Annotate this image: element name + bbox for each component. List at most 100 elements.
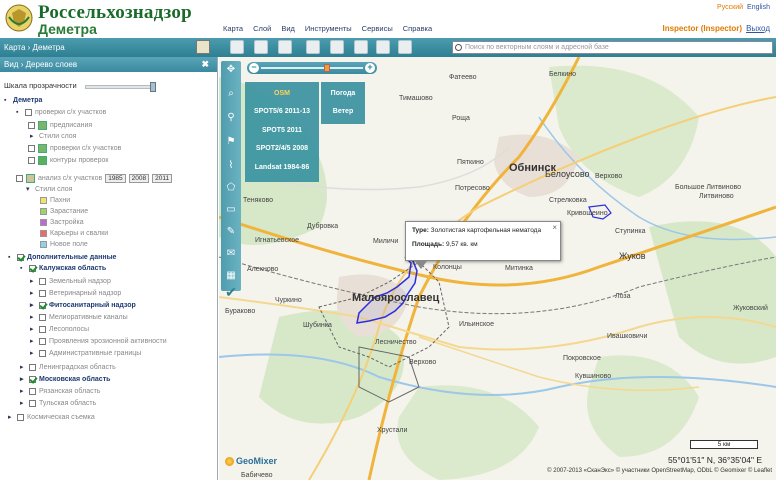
- year-1985-button[interactable]: 1985: [105, 174, 126, 183]
- map-label: Миличи: [373, 238, 399, 245]
- tree-root[interactable]: ▪ Деметра: [4, 97, 42, 104]
- print-icon[interactable]: [398, 40, 412, 54]
- coordinates-readout[interactable]: 55°01'51" N, 36°35'04" E: [668, 455, 762, 465]
- checkbox[interactable]: [39, 289, 46, 297]
- menu-map[interactable]: Карта: [223, 24, 243, 33]
- zoom-slider-handle[interactable]: [324, 64, 330, 72]
- menu-help[interactable]: Справка: [403, 24, 432, 33]
- map-label: Пяткино: [457, 159, 484, 166]
- flag-icon[interactable]: ⚑: [224, 135, 238, 149]
- tree-kaluga-item[interactable]: ▸ Земельный надзор: [30, 277, 111, 285]
- checkbox[interactable]: [39, 337, 46, 345]
- tree-podlozhka[interactable]: предписания: [28, 121, 92, 130]
- basemap-spot5[interactable]: SPOT5 2011: [245, 127, 319, 134]
- tree-styles-2[interactable]: ▾ Стили слоя: [26, 185, 72, 194]
- opacity-slider-handle[interactable]: [150, 82, 156, 92]
- lang-ru[interactable]: Русский: [717, 4, 743, 11]
- polyline-icon[interactable]: ⌇: [224, 159, 238, 173]
- menu-tools[interactable]: Инструменты: [305, 24, 352, 33]
- overlay-weather[interactable]: Погода: [321, 90, 365, 97]
- tree-tula[interactable]: ▸ Тульская область: [20, 399, 96, 407]
- main-toolbar: Карта › Деметра Поиск по векторным слоям…: [0, 38, 776, 57]
- sidebar-view-label[interactable]: Вид: [4, 60, 18, 69]
- tree-space[interactable]: ▸ Космическая съемка: [8, 413, 95, 421]
- tree-moscow[interactable]: ▸ Московская область: [20, 375, 110, 383]
- tree-kaluga[interactable]: ▪ Калужская область: [20, 265, 106, 272]
- checkbox[interactable]: [29, 387, 36, 395]
- menu-view[interactable]: Вид: [281, 24, 295, 33]
- zoom-slider[interactable]: [261, 67, 363, 69]
- checkbox[interactable]: [39, 325, 46, 333]
- basemap-spot245[interactable]: SPOT2/4/5 2008: [245, 145, 319, 152]
- save-as-icon[interactable]: [254, 40, 268, 54]
- confirm-check-icon[interactable]: ✔: [224, 285, 238, 299]
- collapse-icon[interactable]: ▪: [4, 97, 11, 104]
- pan-icon[interactable]: ✥: [224, 63, 238, 77]
- user-name[interactable]: Inspector (Inspector): [662, 24, 742, 33]
- menu-services[interactable]: Сервисы: [362, 24, 393, 33]
- link-icon[interactable]: [330, 40, 344, 54]
- tree-contours[interactable]: контуры проверок: [28, 156, 108, 165]
- checkbox[interactable]: [39, 301, 46, 309]
- checkbox[interactable]: [39, 277, 46, 285]
- tree-styles[interactable]: ▸ Стили слоя: [30, 132, 76, 141]
- checkbox[interactable]: [39, 349, 46, 357]
- lang-en[interactable]: English: [747, 4, 770, 11]
- share-icon[interactable]: [354, 40, 368, 54]
- pencil-icon[interactable]: ✎: [224, 225, 238, 239]
- overlay-wind[interactable]: Ветер: [321, 108, 365, 115]
- checkbox[interactable]: [17, 254, 24, 261]
- checkbox[interactable]: [28, 157, 35, 164]
- tree-checks-group[interactable]: ▪ проверки с/х участков: [16, 109, 106, 116]
- checkbox[interactable]: [28, 122, 35, 129]
- tree-kaluga-item[interactable]: ▸ Мелиоративные каналы: [30, 313, 128, 321]
- checkbox[interactable]: [29, 363, 36, 371]
- grid-icon[interactable]: ▦: [224, 269, 238, 283]
- tree-kaluga-item[interactable]: ▸ Фитосанитарный надзор: [30, 301, 136, 309]
- tree-kaluga-item[interactable]: ▸ Ветеринарный надзор: [30, 289, 121, 297]
- comment-icon[interactable]: ✉: [224, 247, 238, 261]
- basemap-osm[interactable]: OSM: [245, 90, 319, 97]
- checkbox[interactable]: [25, 109, 32, 116]
- close-icon[interactable]: ✖: [201, 59, 209, 70]
- checkbox[interactable]: [29, 265, 36, 272]
- tree-checks-layer[interactable]: проверки с/х участков: [28, 144, 121, 153]
- rectangle-icon[interactable]: ▭: [224, 203, 238, 217]
- zoom-in-button[interactable]: +: [365, 63, 375, 73]
- legend-swatch: [40, 208, 47, 215]
- tree-additional[interactable]: ▪ Дополнительные данные: [8, 254, 116, 261]
- map-view[interactable]: Обнинск Малоярославец Жуков Белоусово Бе…: [219, 57, 776, 480]
- layers-icon[interactable]: [376, 40, 390, 54]
- export-icon[interactable]: [278, 40, 292, 54]
- tree-kaluga-item[interactable]: ▸ Проявления эрозионной активности: [30, 337, 167, 345]
- download-icon[interactable]: [306, 40, 320, 54]
- zoom-out-button[interactable]: −: [249, 63, 259, 73]
- polygon-icon[interactable]: ⬠: [224, 181, 238, 195]
- crumb-map[interactable]: Карта: [4, 43, 25, 52]
- year-2011-button[interactable]: 2011: [152, 174, 173, 183]
- checkbox[interactable]: [28, 145, 35, 152]
- checkbox[interactable]: [17, 413, 24, 421]
- checkbox[interactable]: [16, 175, 23, 182]
- zoom-tool-icon[interactable]: ⌕: [224, 87, 238, 101]
- checkbox[interactable]: [39, 313, 46, 321]
- search-input[interactable]: Поиск по векторным слоям и адресной базе: [452, 41, 773, 54]
- map-settings-icon[interactable]: [196, 40, 210, 54]
- tree-kaluga-item[interactable]: ▸ Административные границы: [30, 349, 141, 357]
- search-map-icon[interactable]: ⚲: [224, 111, 238, 125]
- tree-analysis[interactable]: анализ с/х участков 1985 2008 2011: [16, 174, 173, 183]
- tree-leningrad[interactable]: ▸ Ленинградская область: [20, 363, 116, 371]
- checkbox[interactable]: [29, 399, 36, 407]
- basemap-landsat[interactable]: Landsat 1984-86: [245, 164, 319, 171]
- popup-close-icon[interactable]: ×: [552, 223, 557, 232]
- basemap-spot56[interactable]: SPOT5/6 2011-13: [245, 108, 319, 115]
- opacity-slider[interactable]: [85, 85, 155, 89]
- logout-link[interactable]: Выход: [746, 24, 770, 33]
- menu-layer[interactable]: Слой: [253, 24, 271, 33]
- tree-ryazan[interactable]: ▸ Рязанская область: [20, 387, 100, 395]
- checkbox[interactable]: [29, 375, 36, 383]
- year-2008-button[interactable]: 2008: [128, 174, 150, 183]
- tree-kaluga-item[interactable]: ▸ Лесополосы: [30, 325, 89, 333]
- geomixer-logo: GeoMixer: [225, 456, 277, 466]
- save-map-icon[interactable]: [230, 40, 244, 54]
